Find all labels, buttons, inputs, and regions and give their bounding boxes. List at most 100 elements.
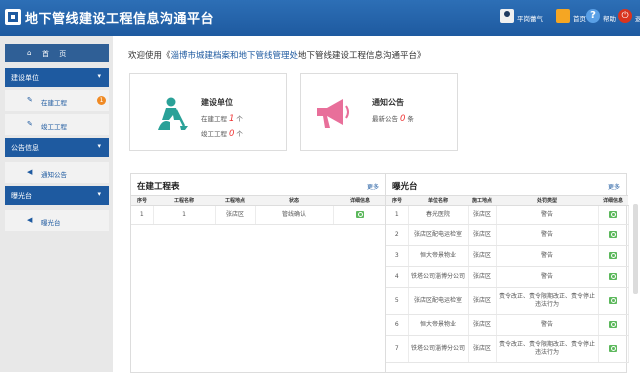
- count-value: 1: [229, 114, 235, 124]
- more-link[interactable]: 更多: [608, 182, 620, 191]
- welcome-highlight: 淄博市城建档案和地下管线管理处: [170, 51, 299, 61]
- in-progress-table: 序号 工程名称 工程地点 状态 详细信息 1 1 张店区 管线确认: [131, 195, 388, 225]
- column-header: 状态: [255, 195, 333, 206]
- top-right-menu: 平岗蕾气 首页 ? 帮助 ⏻ 退出: [500, 7, 640, 29]
- table-row: 1 1 张店区 管线确认: [131, 205, 388, 225]
- count-unit: 个: [236, 130, 243, 138]
- cell-place: 张店区: [468, 266, 497, 288]
- sidebar-item-label: 通知公告: [41, 171, 67, 179]
- cell-place: 张店区: [468, 314, 497, 336]
- view-detail-icon[interactable]: [609, 321, 617, 328]
- edit-icon: ✎: [27, 120, 33, 128]
- cell-name: 1: [153, 205, 216, 225]
- cell-type: 责令改正、责令限期改正、责令停止违法行为: [496, 335, 599, 363]
- notice-card[interactable]: 通知公告 最新公告 0 条: [300, 73, 458, 151]
- cell-no: 4: [386, 266, 409, 288]
- table-row: 1 春光医院 张店区 警告: [386, 205, 629, 225]
- welcome-prefix: 欢迎使用《: [128, 51, 171, 61]
- scrollbar[interactable]: [633, 204, 638, 294]
- column-header: 序号: [386, 195, 408, 206]
- table-header-row: 序号 单位名称 施工地点 处罚类型 详细信息: [386, 195, 628, 206]
- cell-no: 1: [386, 205, 409, 225]
- section-label: 曝光台: [11, 192, 32, 200]
- cell-name: 铁塔公司淄博分公司: [408, 266, 469, 288]
- sidebar-item-notices[interactable]: ◀ 通知公告: [5, 162, 109, 183]
- app-title: 地下管线建设工程信息沟通平台: [25, 12, 215, 27]
- user-menu[interactable]: 平岗蕾气: [500, 7, 552, 29]
- sidebar-section-notice[interactable]: 公告信息 ▾: [5, 138, 109, 157]
- construction-card[interactable]: 建设单位 在建工程 1 个 竣工工程 0 个: [129, 73, 287, 151]
- cell-place: 张店区: [468, 205, 497, 225]
- count-label: 竣工工程: [201, 130, 227, 138]
- view-detail-icon[interactable]: [609, 231, 617, 238]
- chevron-down-icon: ▾: [97, 190, 101, 198]
- chevron-down-icon: ▾: [97, 142, 101, 150]
- cell-type: 责令改正、责令限期改正、责令停止违法行为: [496, 287, 599, 315]
- home-icon: ⌂: [27, 49, 32, 57]
- view-detail-icon[interactable]: [609, 345, 617, 352]
- card-title: 通知公告: [372, 98, 404, 107]
- section-label: 建设单位: [11, 74, 39, 82]
- logout-link[interactable]: ⏻ 退出: [618, 7, 640, 29]
- sidebar-home-label: 首 页: [42, 50, 71, 58]
- sidebar-section-exposure[interactable]: 曝光台 ▾: [5, 186, 109, 205]
- user-icon: [500, 9, 514, 23]
- section-label: 公告信息: [11, 144, 39, 152]
- home-link[interactable]: 首页: [556, 7, 586, 29]
- logo-icon: [5, 9, 21, 25]
- card-title: 建设单位: [201, 98, 233, 107]
- cell-detail: [333, 205, 388, 225]
- home-icon: [556, 9, 570, 23]
- sidebar-item-exposure[interactable]: ◀ 曝光台: [5, 210, 109, 231]
- panel-title: 曝光台: [392, 182, 418, 192]
- home-label: 首页: [573, 15, 586, 23]
- count-label: 最新公告: [372, 115, 398, 123]
- cell-detail: [598, 287, 629, 315]
- view-detail-icon[interactable]: [609, 297, 617, 304]
- in-progress-panel: 在建工程表 更多 序号 工程名称 工程地点 状态 详细信息 1 1 张店区 管线…: [130, 173, 388, 373]
- count-unit: 条: [407, 115, 414, 123]
- sidebar-section-construction[interactable]: 建设单位 ▾: [5, 68, 109, 87]
- cell-no: 3: [386, 245, 409, 267]
- view-detail-icon[interactable]: [609, 211, 617, 218]
- more-link[interactable]: 更多: [367, 182, 379, 191]
- column-header: 工程名称: [153, 195, 215, 206]
- sidebar-item-in-progress[interactable]: ✎ 在建工程 1: [5, 90, 109, 111]
- cell-detail: [598, 224, 629, 246]
- view-detail-icon[interactable]: [609, 273, 617, 280]
- cell-name: 春光医院: [408, 205, 469, 225]
- view-detail-icon[interactable]: [356, 211, 364, 218]
- user-label: 平岗蕾气: [517, 15, 543, 23]
- cell-name: 恒大帝景物业: [408, 314, 469, 336]
- cell-type: 警告: [496, 245, 599, 267]
- help-link[interactable]: ? 帮助: [586, 7, 616, 29]
- cell-status: 管线确认: [255, 205, 334, 225]
- table-row: 2 张店区配电运检室 张店区 警告: [386, 224, 629, 246]
- cell-place: 张店区: [468, 224, 497, 246]
- cell-name: 张店区配电运检室: [408, 287, 469, 315]
- cell-no: 1: [131, 205, 154, 225]
- table-row: 5 张店区配电运检室 张店区 责令改正、责令限期改正、责令停止违法行为: [386, 287, 629, 315]
- exposure-table: 序号 单位名称 施工地点 处罚类型 详细信息 1 春光医院 张店区 警告 2 张店区配电运…: [386, 195, 629, 363]
- column-header: 序号: [131, 195, 153, 206]
- cell-detail: [598, 205, 629, 225]
- cell-no: 2: [386, 224, 409, 246]
- cell-type: 警告: [496, 224, 599, 246]
- table-row: 7 铁塔公司淄博分公司 张店区 责令改正、责令限期改正、责令停止违法行为: [386, 335, 629, 363]
- cell-detail: [598, 266, 629, 288]
- view-detail-icon[interactable]: [609, 252, 617, 259]
- completed-count: 竣工工程 0 个: [201, 128, 243, 139]
- in-progress-count: 在建工程 1 个: [201, 113, 243, 124]
- table-header-row: 序号 工程名称 工程地点 状态 详细信息: [131, 195, 387, 206]
- welcome-text: 欢迎使用《淄博市城建档案和地下管线管理处地下管线建设工程信息沟通平台》: [128, 49, 426, 61]
- cell-type: 警告: [496, 205, 599, 225]
- count-value: 0: [400, 114, 406, 124]
- sidebar-home[interactable]: ⌂ 首 页: [5, 44, 109, 62]
- main-content: 欢迎使用《淄博市城建档案和地下管线管理处地下管线建设工程信息沟通平台》 建设单位…: [113, 36, 640, 373]
- sidebar-item-completed[interactable]: ✎ 竣工工程: [5, 114, 109, 135]
- panel-header: 在建工程表 更多: [131, 174, 385, 194]
- megaphone-icon: [317, 99, 349, 128]
- count-unit: 个: [236, 115, 243, 123]
- edit-icon: ✎: [27, 96, 33, 104]
- help-label: 帮助: [603, 15, 616, 23]
